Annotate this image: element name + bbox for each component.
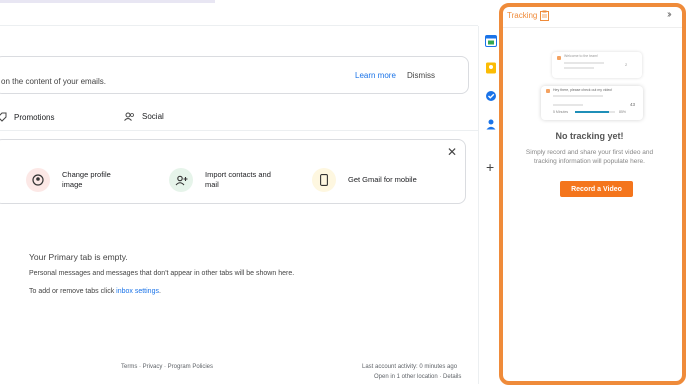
side-rail bbox=[478, 26, 501, 384]
tab-social-label: Social bbox=[142, 112, 164, 121]
empty-description: Personal messages and messages that don'… bbox=[29, 270, 295, 277]
account-details-link[interactable]: Open in 1 other location · Details bbox=[374, 374, 461, 380]
tabs-divider bbox=[0, 130, 478, 131]
people-icon bbox=[124, 112, 134, 121]
collapse-panel-icon[interactable]: ›› bbox=[667, 9, 671, 20]
change-profile-image-label: Change profile image bbox=[62, 170, 111, 189]
illustration-card-1: Welcome to the team! 2 bbox=[552, 52, 642, 78]
add-person-icon bbox=[169, 168, 193, 192]
no-tracking-description: Simply record and share your first video… bbox=[525, 149, 654, 165]
account-activity: Last account activity: 0 minutes ago bbox=[362, 364, 458, 370]
tracking-header: Tracking bbox=[507, 10, 550, 21]
dismiss-button[interactable]: Dismiss bbox=[407, 71, 435, 80]
get-gmail-mobile-label: Get Gmail for mobile bbox=[348, 175, 417, 184]
tab-social[interactable]: Social bbox=[124, 112, 164, 121]
panel-header-divider bbox=[503, 27, 682, 28]
smart-features-banner bbox=[0, 56, 469, 94]
no-tracking-title: No tracking yet! bbox=[555, 131, 624, 141]
keep-icon[interactable] bbox=[485, 61, 497, 74]
tab-promotions-label: Promotions bbox=[14, 112, 55, 122]
empty-title: Your Primary tab is empty. bbox=[29, 252, 128, 262]
tracking-title: Tracking bbox=[507, 11, 538, 20]
add-addon-icon[interactable]: + bbox=[486, 160, 494, 174]
inbox-settings-link[interactable]: inbox settings bbox=[116, 288, 159, 295]
contacts-icon[interactable] bbox=[485, 117, 497, 130]
clipboard-icon bbox=[540, 10, 550, 21]
toolbar-divider bbox=[0, 25, 478, 26]
calendar-icon[interactable] bbox=[485, 34, 497, 47]
search-bar-edge bbox=[0, 0, 215, 3]
footer-links[interactable]: Terms · Privacy · Program Policies bbox=[121, 364, 213, 370]
record-video-button[interactable]: Record a Video bbox=[560, 181, 633, 197]
import-contacts-item[interactable]: Import contacts and mail bbox=[169, 168, 275, 192]
import-contacts-label: Import contacts and mail bbox=[205, 170, 271, 189]
learn-more-link[interactable]: Learn more bbox=[355, 71, 396, 80]
illustration-card-2: Hey there, please check out my video! 5 … bbox=[541, 86, 643, 120]
banner-text: on the content of your emails. bbox=[1, 77, 106, 86]
tag-icon bbox=[0, 112, 7, 122]
empty-settings-hint: To add or remove tabs click inbox settin… bbox=[29, 288, 161, 295]
tab-promotions[interactable]: Promotions bbox=[0, 112, 54, 122]
phone-icon bbox=[312, 168, 336, 192]
get-gmail-mobile-item[interactable]: Get Gmail for mobile bbox=[312, 168, 418, 192]
change-profile-image-item[interactable]: Change profile image bbox=[26, 168, 132, 192]
tasks-icon[interactable] bbox=[485, 89, 497, 101]
close-icon[interactable]: ✕ bbox=[447, 146, 457, 158]
account-icon bbox=[26, 168, 50, 192]
